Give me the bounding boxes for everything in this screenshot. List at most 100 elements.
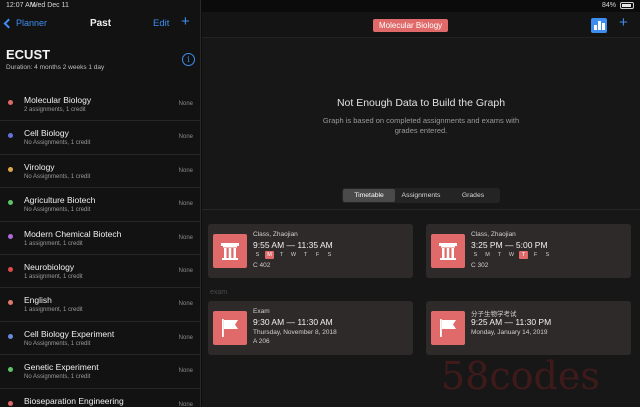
course-grade: None	[178, 201, 193, 208]
tab-assignments[interactable]: Assignments	[395, 189, 447, 202]
weekday-row: SMTWTFS	[253, 251, 334, 259]
course-grade: None	[178, 401, 193, 407]
weekday-row: SMTWTFS	[471, 251, 552, 259]
course-list-item[interactable]: Agriculture Biotech No Assignments, 1 cre…	[0, 188, 200, 222]
exam-date: Thursday, November 8, 2018	[253, 329, 337, 336]
course-summary: No Assignments, 1 credit	[24, 340, 91, 347]
course-grade: None	[178, 167, 193, 174]
course-list-item[interactable]: Molecular Biology 2 assignments, 1 credit…	[0, 88, 200, 122]
course-color-dot	[8, 300, 13, 306]
status-date: Wed Dec 11	[31, 2, 69, 9]
status-bar: 12:07 AM Wed Dec 11 84%	[0, 0, 640, 11]
term-duration: Duration: 4 months 2 weeks 1 day	[6, 64, 105, 71]
exam-room: A 206	[253, 338, 270, 345]
course-title-badge[interactable]: Molecular Biology	[373, 19, 449, 32]
weekday: W	[290, 252, 297, 258]
school-name: ECUST	[6, 47, 51, 62]
class-time: 3:25 PM — 5:00 PM	[471, 240, 548, 250]
exam-section-label: exam	[210, 289, 228, 296]
sidebar: Planner Past Edit + ECUST Duration: 4 mo…	[0, 0, 201, 407]
course-summary: 1 assignment, 1 credit	[24, 240, 83, 247]
course-grade: None	[178, 301, 193, 308]
course-detail: Molecular Biology + Not Enough Data to B…	[202, 12, 640, 407]
course-summary: No Assignments, 1 credit	[24, 140, 91, 147]
course-list-item[interactable]: Cell Biology Experiment No Assignments, 1…	[0, 322, 200, 356]
empty-graph-description: Graph is based on completed assignments …	[322, 116, 520, 135]
course-grade: None	[178, 234, 193, 241]
empty-graph-title: Not Enough Data to Build the Graph	[336, 97, 506, 109]
class-type: Class, Zhaojian	[471, 231, 516, 238]
info-icon[interactable]: i	[182, 53, 195, 66]
course-name: Neurobiology	[24, 261, 75, 272]
course-list-item[interactable]: Modern Chemical Biotech 1 assignment, 1 c…	[0, 222, 200, 255]
course-list-item[interactable]: Bioseparation Engineering None	[0, 389, 200, 407]
watermark: 58codes	[441, 354, 600, 398]
sidebar-title: Past	[89, 18, 112, 29]
course-list-item[interactable]: Genetic Experiment No Assignments, 1 cred…	[0, 355, 200, 389]
weekday: F	[315, 252, 320, 258]
course-summary: 1 assignment, 1 credit	[24, 307, 83, 314]
course-list-item[interactable]: English 1 assignment, 1 credit None	[0, 288, 200, 322]
view-segmented-control: Timetable Assignments Grades	[342, 188, 500, 203]
class-pillar-icon	[431, 234, 465, 268]
exam-time: 9:30 AM — 11:30 AM	[253, 317, 333, 327]
class-pillar-icon	[213, 234, 247, 268]
weekday: S	[327, 252, 332, 258]
course-name: Cell Biology	[24, 128, 69, 139]
course-summary: No Assignments, 1 credit	[24, 374, 91, 381]
add-item-button[interactable]: +	[619, 14, 628, 31]
weekday: F	[533, 252, 538, 258]
tab-grades[interactable]: Grades	[447, 189, 499, 202]
weekday: S	[545, 252, 550, 258]
class-card[interactable]: Class, Zhaojian 9:55 AM — 11:35 AM S M T W T F S…	[208, 224, 413, 278]
class-room: C 302	[471, 262, 489, 269]
course-color-dot	[8, 166, 13, 172]
course-color-dot	[8, 400, 13, 406]
edit-button[interactable]: Edit	[153, 18, 169, 29]
flag-icon	[431, 311, 465, 345]
weekday: S	[255, 252, 260, 258]
weekday: T	[279, 252, 284, 258]
class-card[interactable]: Class, Zhaojian 3:25 PM — 5:00 PM S M T W T F S C…	[426, 224, 631, 278]
course-color-dot	[8, 367, 13, 373]
sidebar-nav-bar: Planner Past Edit +	[0, 12, 201, 38]
add-course-button[interactable]: +	[181, 13, 190, 30]
course-name: Agriculture Biotech	[24, 195, 96, 206]
course-list: Molecular Biology 2 assignments, 1 credit…	[0, 88, 200, 407]
course-color-dot	[8, 266, 13, 272]
course-name: English	[24, 295, 52, 306]
detail-nav-bar: Molecular Biology +	[202, 12, 640, 38]
class-time: 9:55 AM — 11:35 AM	[253, 240, 333, 250]
course-list-item[interactable]: Cell Biology No Assignments, 1 credit None	[0, 121, 200, 155]
course-summary: 1 assignment, 1 credit	[24, 273, 83, 280]
weekday: T	[497, 252, 502, 258]
course-name: Genetic Experiment	[24, 362, 99, 373]
bar-chart-icon-bar	[602, 23, 605, 30]
weekday: M	[265, 251, 274, 259]
divider	[202, 209, 640, 210]
weekday: W	[508, 252, 515, 258]
class-room: C 402	[253, 262, 271, 269]
course-name: Cell Biology Experiment	[24, 328, 115, 339]
stats-button[interactable]	[591, 18, 607, 33]
weekday: T	[303, 252, 308, 258]
course-list-item[interactable]: Neurobiology 1 assignment, 1 credit None	[0, 255, 200, 289]
course-grade: None	[178, 368, 193, 375]
course-color-dot	[8, 333, 13, 339]
course-color-dot	[8, 200, 13, 206]
course-list-item[interactable]: Virology No Assignments, 1 credit None	[0, 155, 200, 189]
course-name: Modern Chemical Biotech	[24, 228, 122, 239]
flag-icon	[213, 311, 247, 345]
exam-card[interactable]: Exam 9:30 AM — 11:30 AM Thursday, November…	[208, 301, 413, 355]
tab-timetable[interactable]: Timetable	[343, 189, 395, 202]
exam-time: 9:25 AM — 11:30 PM	[471, 317, 552, 327]
course-grade: None	[178, 101, 193, 107]
course-grade: None	[178, 134, 193, 141]
course-color-dot	[8, 233, 13, 239]
battery-percent: 84%	[601, 2, 616, 9]
bar-chart-icon	[594, 25, 597, 30]
weekday: M	[485, 252, 490, 258]
course-name: Molecular Biology	[24, 95, 92, 105]
exam-card[interactable]: 分子生物学考试 9:25 AM — 11:30 PM Monday, January…	[426, 301, 631, 355]
bar-chart-icon-bar	[598, 21, 601, 30]
